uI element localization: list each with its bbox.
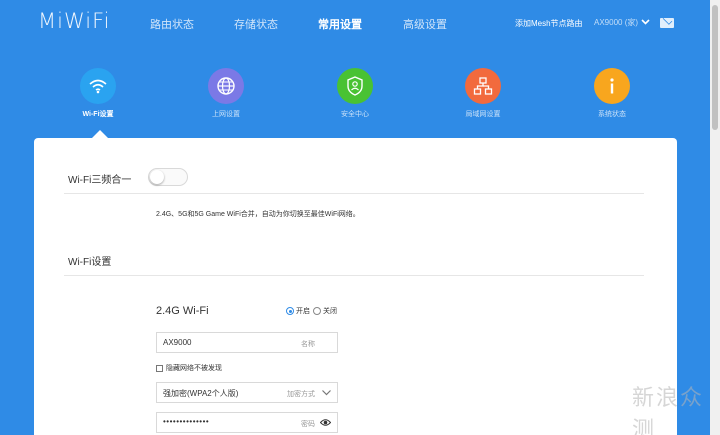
triband-title: Wi-Fi三频合一 [68, 175, 132, 186]
encryption-hint: 加密方式 [287, 391, 315, 398]
band-label: 2.4G Wi-Fi [156, 305, 209, 317]
scrollbar-thumb[interactable] [712, 5, 718, 130]
eye-icon[interactable] [320, 418, 331, 427]
toggle-knob [150, 170, 164, 184]
hide-network-label[interactable]: 隐藏网络不被发现 [166, 363, 222, 373]
divider [64, 193, 644, 194]
add-mesh-node-link[interactable]: 添加Mesh节点路由 [515, 18, 583, 29]
nav-router-status[interactable]: 路由状态 [150, 16, 194, 32]
feature-label: 局域网设置 [465, 111, 501, 118]
settings-card: Wi-Fi三频合一 2.4G、5G和5G Game WiFi合并，自动为你切换至… [34, 138, 677, 435]
nav-advanced-settings[interactable]: 高级设置 [403, 16, 447, 32]
page-scrollbar[interactable] [710, 0, 720, 435]
password-value: •••••••••••••• [163, 417, 210, 426]
feature-security-center[interactable]: 安全中心 [315, 68, 395, 119]
hide-network-checkbox[interactable] [156, 364, 163, 372]
wifi-icon [80, 68, 116, 104]
password-hint: 密码 [301, 421, 315, 428]
ssid-input[interactable]: AX9000 名称 [156, 332, 338, 353]
feature-label: Wi-Fi设置 [82, 111, 114, 118]
wifi-settings-title: Wi-Fi设置 [68, 257, 112, 268]
nav-storage-status[interactable]: 存储状态 [234, 16, 278, 32]
wifi-enable-radio-group: 开启 关闭 [286, 306, 337, 316]
chevron-down-icon[interactable] [640, 16, 651, 27]
feature-internet-settings[interactable]: 上网设置 [186, 68, 266, 119]
feature-label: 系统状态 [598, 111, 626, 118]
radio-on-label[interactable]: 开启 [296, 306, 310, 316]
shield-icon [337, 68, 373, 104]
watermark: 新浪众测 [632, 386, 705, 435]
ssid-value: AX9000 [163, 338, 192, 347]
triband-description: 2.4G、5G和5G Game WiFi合并，自动为你切换至最佳WiFi网络。 [156, 211, 360, 218]
chevron-down-icon[interactable] [321, 387, 332, 398]
password-input[interactable]: •••••••••••••• 密码 [156, 412, 338, 433]
feature-wifi-settings[interactable]: Wi-Fi设置 [58, 68, 138, 119]
miwifi-logo[interactable]: MiWiFi [38, 9, 110, 33]
feature-label: 上网设置 [212, 111, 240, 118]
feature-label: 安全中心 [341, 111, 369, 118]
encryption-select[interactable]: 强加密(WPA2个人版) 加密方式 [156, 382, 338, 403]
feature-system-status[interactable]: 系统状态 [572, 68, 652, 119]
ssid-hint: 名称 [301, 341, 315, 348]
radio-off-label[interactable]: 关闭 [323, 306, 337, 316]
hide-network-option[interactable]: 隐藏网络不被发现 [156, 363, 222, 373]
device-selector[interactable]: AX9000 (家) [594, 17, 638, 28]
divider [64, 275, 644, 276]
active-tab-pointer [92, 130, 108, 138]
nav-common-settings[interactable]: 常用设置 [318, 16, 362, 32]
encryption-value: 强加密(WPA2个人版) [163, 389, 239, 398]
network-icon [465, 68, 501, 104]
triband-toggle[interactable] [148, 168, 188, 186]
feature-lan-settings[interactable]: 局域网设置 [443, 68, 523, 119]
radio-off[interactable] [313, 307, 321, 315]
info-icon [594, 68, 630, 104]
mail-icon[interactable] [660, 18, 674, 28]
top-navigation: MiWiFi 路由状态 存储状态 常用设置 高级设置 添加Mesh节点路由 AX… [0, 0, 710, 46]
globe-icon [208, 68, 244, 104]
radio-on[interactable] [286, 307, 294, 315]
